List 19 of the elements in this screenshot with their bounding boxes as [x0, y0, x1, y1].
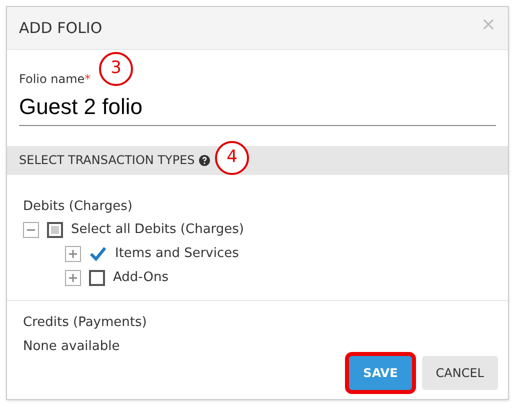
credits-text: None available [23, 338, 121, 356]
folio-name-field[interactable]: Guest 2 folio [19, 90, 496, 126]
tree-item-label: Items and Services [115, 245, 239, 264]
tree-item-label: Add-Ons [113, 269, 168, 288]
field-label: Folio name* [19, 72, 91, 86]
checkmark-icon[interactable] [89, 246, 107, 262]
help-icon[interactable] [198, 154, 210, 166]
debits-heading: Debits (Charges) [23, 198, 134, 216]
collapse-icon[interactable] [23, 222, 39, 238]
cancel-button[interactable]: CANCEL [422, 356, 498, 390]
credits-heading: Credits (Payments) [23, 314, 148, 332]
section-title: SELECT TRANSACTION TYPES [19, 152, 195, 170]
dialog-title: ADD FOLIO [19, 18, 102, 39]
expand-icon[interactable] [65, 270, 81, 286]
checkbox[interactable] [89, 270, 105, 286]
tree-item-label: Select all Debits (Charges) [71, 221, 244, 240]
callout-marker: 3 [99, 52, 133, 86]
expand-icon[interactable] [65, 246, 81, 262]
checkbox[interactable] [47, 222, 63, 238]
